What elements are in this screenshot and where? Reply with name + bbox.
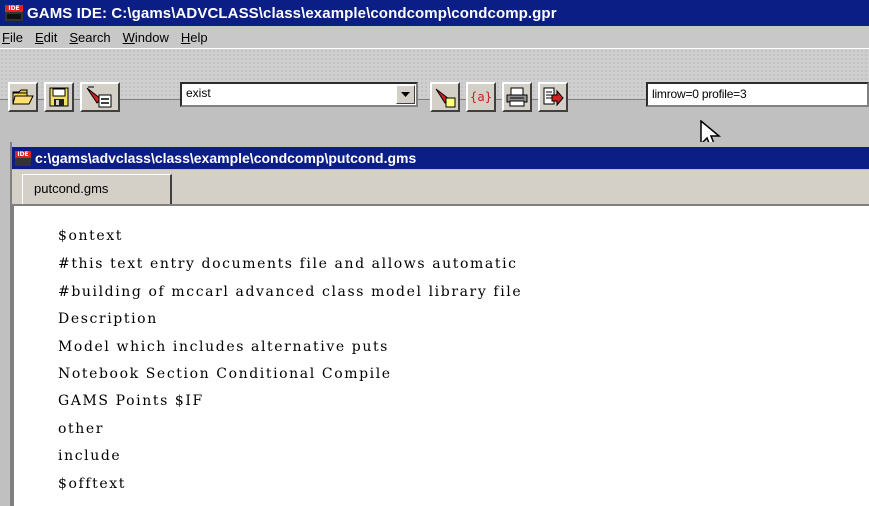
print-button[interactable] (502, 82, 532, 112)
code-line: Notebook Section Conditional Compile (58, 366, 392, 382)
open-button[interactable] (8, 82, 38, 112)
app-title-bar[interactable]: IDE GAMS IDE: C:\gams\ADVCLASS\class\exa… (0, 0, 869, 26)
find-button[interactable] (80, 82, 120, 112)
code-line: Model which includes alternative puts (58, 339, 389, 355)
mark-button[interactable] (430, 82, 460, 112)
highlighter-icon (435, 88, 456, 108)
code-line: $ontext (58, 228, 123, 244)
toolbar: exist {a} limrow=0 profile=3 (0, 48, 869, 112)
folder-open-icon (12, 89, 34, 105)
gams-ide-doc-icon: IDE (15, 150, 31, 166)
code-line: #this text entry documents file and allo… (58, 256, 518, 272)
code-line: other (58, 421, 105, 437)
menu-search[interactable]: Search (69, 30, 110, 45)
search-combo-value: exist (186, 86, 211, 100)
document-title-bar[interactable]: IDE c:\gams\advclass\class\example\condc… (12, 147, 869, 169)
code-line: #building of mccarl advanced class model… (58, 284, 523, 300)
document-title: c:\gams\advclass\class\example\condcomp\… (35, 150, 417, 166)
menu-help[interactable]: Help (181, 30, 208, 45)
code-line: GAMS Points $IF (58, 393, 204, 409)
window-title: GAMS IDE: C:\gams\ADVCLASS\class\example… (27, 4, 557, 22)
command-line-parameters[interactable]: limrow=0 profile=3 (646, 82, 869, 107)
code-editor[interactable]: $ontext #this text entry documents file … (12, 204, 869, 506)
chevron-down-icon (401, 92, 410, 97)
run-button[interactable] (538, 82, 568, 112)
menu-window[interactable]: Window (123, 30, 169, 45)
brace-button[interactable]: {a} (466, 82, 496, 112)
printer-icon (506, 87, 528, 107)
command-line-value: limrow=0 profile=3 (652, 87, 747, 101)
run-arrow-icon (543, 87, 564, 107)
menu-bar: File Edit Search Window Help (0, 26, 869, 48)
tab-strip: putcond.gms (12, 170, 869, 206)
floppy-disk-icon (49, 87, 69, 107)
tab-putcond[interactable]: putcond.gms (22, 174, 172, 206)
menu-edit[interactable]: Edit (35, 30, 57, 45)
gams-ide-icon[interactable]: IDE (5, 5, 23, 21)
save-button[interactable] (44, 82, 74, 112)
brace-label: {a} (469, 90, 493, 104)
code-line: $offtext (58, 476, 126, 492)
tab-label: putcond.gms (34, 181, 109, 196)
code-line: Description (58, 311, 158, 327)
menu-file[interactable]: File (2, 30, 23, 45)
combo-dropdown-button[interactable] (396, 85, 415, 104)
search-combo[interactable]: exist (180, 82, 418, 107)
code-line: include (58, 448, 122, 464)
flashlight-search-icon (86, 86, 112, 108)
document-window: IDE c:\gams\advclass\class\example\condc… (10, 142, 869, 506)
